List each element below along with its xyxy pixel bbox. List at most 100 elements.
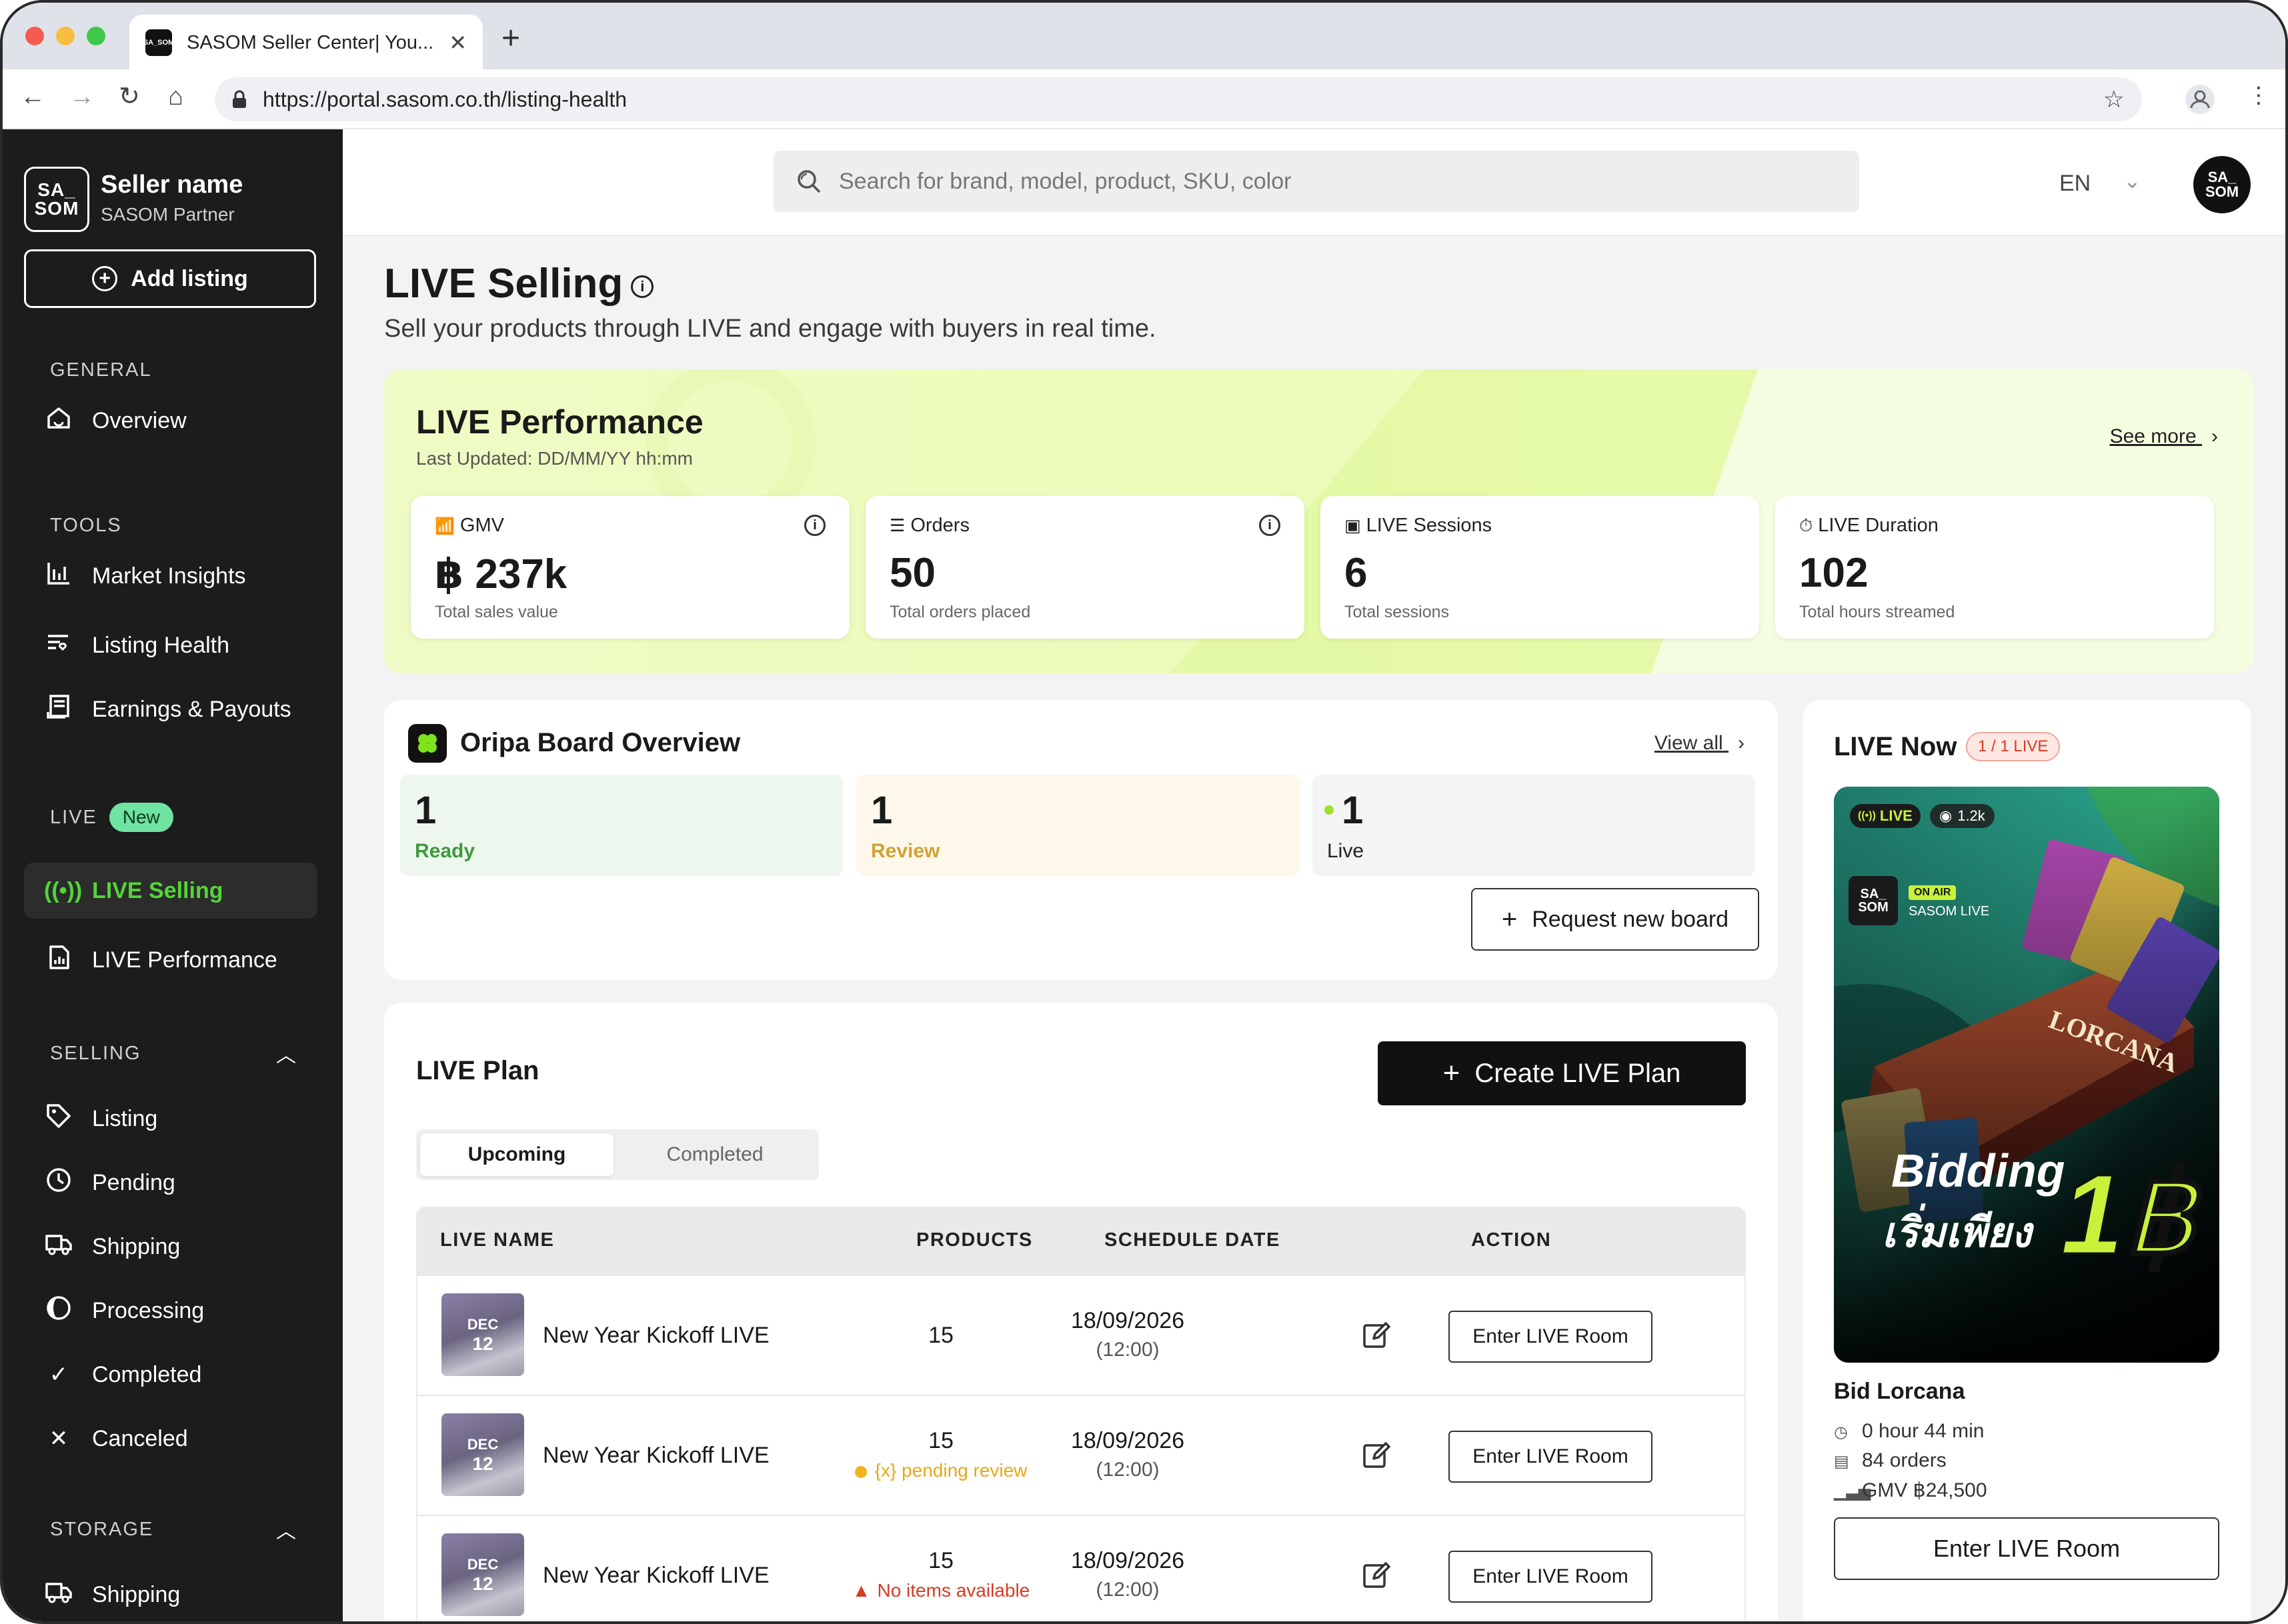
close-window-icon[interactable]: [25, 27, 44, 45]
stat-live[interactable]: 1 Live: [1312, 775, 1755, 876]
warning-triangle-icon: ▲: [852, 1580, 871, 1601]
stat-count: 1: [871, 789, 893, 832]
enter-live-room-button[interactable]: Enter LIVE Room: [1834, 1517, 2219, 1580]
back-icon[interactable]: ←: [20, 84, 45, 109]
reload-icon[interactable]: ↻: [119, 84, 140, 109]
sidebar-item-overview[interactable]: Overview: [24, 393, 317, 449]
tab-completed[interactable]: Completed: [616, 1133, 814, 1176]
section-live: LIVE New: [50, 803, 173, 832]
live-name: New Year Kickoff LIVE: [543, 1323, 770, 1348]
home-icon[interactable]: ⌂: [168, 84, 183, 109]
sidebar-item-pending[interactable]: Pending: [24, 1155, 317, 1211]
info-icon[interactable]: i: [1259, 515, 1280, 536]
tab-title: SASOM Seller Center| You...: [187, 31, 434, 53]
info-icon[interactable]: i: [804, 515, 826, 536]
language-select[interactable]: EN: [2059, 171, 2091, 197]
search-input[interactable]: Search for brand, model, product, SKU, c…: [839, 169, 1291, 195]
stat-label: Ready: [415, 840, 475, 862]
request-new-board-label: Request new board: [1532, 906, 1729, 932]
stat-count: 1: [1342, 789, 1364, 832]
report-icon: [44, 944, 73, 977]
kpi-desc: Total sales value: [435, 603, 558, 621]
live-plan-title: LIVE Plan: [416, 1056, 539, 1085]
kpi-card-gmv: 📶 GMV i ฿ 237k Total sales value: [411, 496, 850, 639]
view-all-label: View all: [1654, 732, 1723, 754]
enter-live-room-button[interactable]: Enter LIVE Room: [1448, 1431, 1652, 1483]
page-title-text: LIVE Selling: [384, 261, 624, 307]
avatar[interactable]: SA_ SOM: [2193, 156, 2251, 213]
performance-title: LIVE Performance: [416, 403, 704, 441]
minimize-window-icon[interactable]: [56, 27, 75, 45]
kpi-card-orders: ☰ Orders i 50 Total orders placed: [866, 496, 1304, 639]
edit-icon[interactable]: [1360, 1439, 1392, 1471]
live-duration: ◷ 0 hour 44 min: [1834, 1420, 1984, 1443]
edit-icon[interactable]: [1360, 1559, 1392, 1591]
sidebar-item-label: Market Insights: [92, 563, 246, 589]
column-action: ACTION: [1471, 1229, 1552, 1251]
kpi-label: ☰ Orders: [890, 515, 970, 537]
stat-ready[interactable]: 1 Ready: [400, 775, 843, 876]
sidebar-item-storage-shipping[interactable]: Shipping: [24, 1567, 317, 1621]
sidebar-item-canceled[interactable]: ✕ Canceled: [24, 1411, 317, 1467]
add-listing-label: Add listing: [131, 265, 248, 291]
live-duration-text: 0 hour 44 min: [1862, 1420, 1985, 1442]
sidebar-item-live-performance[interactable]: LIVE Performance: [24, 932, 317, 988]
create-live-plan-button[interactable]: + Create LIVE Plan: [1378, 1041, 1746, 1105]
sidebar-item-label: Pending: [92, 1169, 175, 1195]
info-icon[interactable]: i: [631, 275, 654, 298]
view-all-link[interactable]: View all ›: [1654, 732, 1745, 755]
new-tab-icon[interactable]: +: [501, 23, 520, 55]
bookmark-star-icon[interactable]: ☆: [2103, 85, 2125, 113]
search-bar[interactable]: Search for brand, model, product, SKU, c…: [774, 151, 1859, 212]
kpi-value: 6: [1344, 550, 1368, 596]
sasom-live-logo: SA_ SOM: [1849, 876, 1898, 925]
stat-review[interactable]: 1 Review: [856, 775, 1299, 876]
schedule-date: 18/09/2026: [1070, 1428, 1185, 1453]
edit-icon[interactable]: [1360, 1319, 1392, 1351]
see-more-link[interactable]: See more ›: [2110, 425, 2218, 448]
sidebar-item-listing[interactable]: Listing: [24, 1091, 317, 1147]
url-text: https://portal.sasom.co.th/listing-healt…: [263, 87, 628, 111]
enter-live-room-button[interactable]: Enter LIVE Room: [1448, 1311, 1652, 1363]
kpi-label: ⏱ LIVE Duration: [1799, 515, 1939, 537]
kpi-value: 50: [890, 550, 936, 596]
live-stream-thumbnail[interactable]: LORCANA Bidding เริ่มเพียง 1฿ ((•)) LIVE …: [1834, 787, 2219, 1363]
live-now-card: LIVE Now 1 / 1 LIVE LORCANA Bidding เริ่…: [1803, 700, 2251, 1621]
request-new-board-button[interactable]: + Request new board: [1471, 888, 1759, 951]
sasom-logo: SA_ SOM: [24, 167, 89, 232]
kpi-value: ฿ 237k: [435, 551, 567, 597]
maximize-window-icon[interactable]: [87, 27, 105, 45]
kpi-label-text: LIVE Sessions: [1366, 515, 1492, 536]
sidebar-item-completed[interactable]: ✓ Completed: [24, 1347, 317, 1403]
address-bar[interactable]: https://portal.sasom.co.th/listing-healt…: [215, 77, 2142, 121]
forward-icon[interactable]: →: [69, 84, 95, 109]
promo-thai-text: เริ่มเพียง: [1882, 1203, 2035, 1257]
sidebar-item-live-selling[interactable]: ((•)) LIVE Selling: [24, 863, 317, 919]
browser-menu-icon[interactable]: ⋮: [2247, 84, 2270, 107]
warning-dot-icon: [854, 1465, 867, 1478]
chevron-down-icon[interactable]: ⌄: [2123, 168, 2141, 193]
browser-tabbar: SA_SOM SASOM Seller Center| You... ✕ +: [3, 3, 2285, 71]
chevron-up-icon[interactable]: ︿: [276, 1039, 296, 1068]
close-tab-icon[interactable]: ✕: [449, 30, 467, 55]
live-orders-text: 84 orders: [1862, 1449, 1947, 1471]
browser-tab[interactable]: SA_SOM SASOM Seller Center| You... ✕: [129, 15, 483, 71]
clock-icon: ◷: [1834, 1423, 1848, 1441]
enter-live-room-button[interactable]: Enter LIVE Room: [1448, 1551, 1652, 1603]
sidebar-item-market-insights[interactable]: Market Insights: [24, 548, 317, 604]
sidebar-item-processing[interactable]: Processing: [24, 1283, 317, 1339]
schedule-time: (12:00): [1096, 1459, 1160, 1481]
sidebar-item-listing-health[interactable]: Listing Health: [24, 617, 317, 673]
kpi-desc: Total hours streamed: [1799, 603, 1955, 621]
profile-icon[interactable]: [2185, 84, 2215, 115]
sidebar-item-shipping[interactable]: Shipping: [24, 1219, 317, 1275]
receipt-icon: [44, 693, 73, 726]
sidebar-item-earnings[interactable]: Earnings & Payouts: [24, 681, 317, 737]
favicon-icon: SA_SOM: [143, 29, 174, 56]
see-more-label: See more: [2109, 425, 2197, 447]
thumb-month: DEC: [467, 1556, 499, 1573]
add-listing-button[interactable]: + Add listing: [24, 249, 316, 308]
live-gmv-text: GMV ฿24,500: [1862, 1479, 1987, 1501]
chevron-up-icon[interactable]: ︿: [276, 1515, 296, 1544]
tab-upcoming[interactable]: Upcoming: [420, 1133, 614, 1176]
